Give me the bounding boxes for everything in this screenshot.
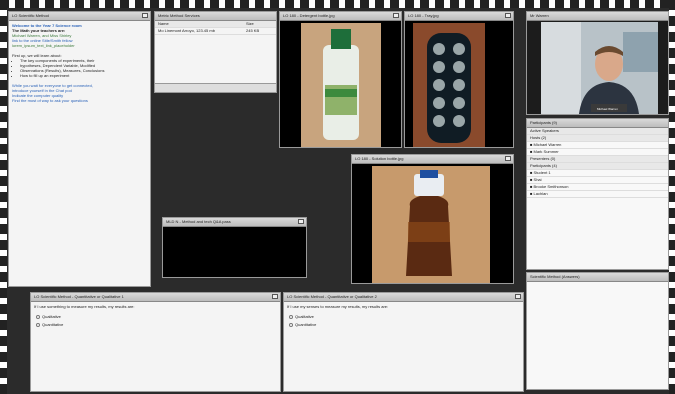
image-title-text: LO 180 - Solution bottle.jpg xyxy=(355,156,404,161)
col-size: Size xyxy=(246,21,254,26)
attendees-pod: Participants (9) Active Speakers Hosts (… xyxy=(526,118,669,270)
attendee-name: Shai xyxy=(533,177,542,182)
window-border-top xyxy=(0,0,675,8)
tray-image xyxy=(413,23,485,147)
attendee-row[interactable]: ■ Lachlan xyxy=(527,191,668,198)
attendee-row[interactable]: ■ Shai xyxy=(527,177,668,184)
poll-pod-1: LO Scientific Method - Quantitative or Q… xyxy=(30,292,281,392)
poll-option[interactable]: Qualitative xyxy=(289,314,518,319)
poll-option[interactable]: Qualitative xyxy=(36,314,275,319)
notes-title[interactable]: Scientific Method (Answers) xyxy=(527,273,668,282)
pod-menu-icon[interactable] xyxy=(515,294,521,299)
file-share-title[interactable]: Metric Method Services xyxy=(155,12,276,21)
qa-pod-title[interactable]: MLD N - Method and tech Q&A pass xyxy=(163,218,306,227)
solution-bottle-image xyxy=(372,166,490,283)
poll-option[interactable]: Quantitative xyxy=(36,322,275,327)
attendee-name: Lachlan xyxy=(533,191,548,196)
window-border-left xyxy=(0,0,7,394)
option-label: Qualitative xyxy=(42,314,61,319)
section-header[interactable]: Active Speakers xyxy=(527,128,668,135)
radio-button[interactable] xyxy=(289,314,293,319)
option-label: Qualitative xyxy=(295,314,314,319)
table-row[interactable]: Mo Linemont Arroyo, 123.45 mb 245 KB xyxy=(155,28,276,35)
webcam-title[interactable]: Mr Warren xyxy=(527,12,668,21)
file-share-title-text: Metric Method Services xyxy=(158,13,200,18)
poll-question: If I use my senses to measure my results… xyxy=(287,304,389,309)
poll-1-title[interactable]: LO Scientific Method - Quantitative or Q… xyxy=(31,293,280,302)
pod-menu-icon[interactable] xyxy=(272,294,278,299)
qa-pod: MLD N - Method and tech Q&A pass xyxy=(162,217,307,278)
chat-title-text: LO Scientific Method xyxy=(12,13,49,18)
image-pod-title[interactable]: LO 180 - Solution bottle.jpg xyxy=(352,155,513,164)
poll-pod-2: LO Scientific Method - Quantitative or Q… xyxy=(283,292,524,392)
image-title-text: LO 180 - Tray.jpg xyxy=(408,13,439,18)
pod-menu-icon[interactable] xyxy=(298,219,304,224)
chat-link-2[interactable]: lorem_ipsum_text_link_placeholder xyxy=(12,43,147,48)
poll-title-text: LO Scientific Method - Quantitative or Q… xyxy=(34,294,124,299)
attendee-name: Mark Summer xyxy=(533,149,559,154)
detergent-bottle-image xyxy=(301,23,381,147)
radio-button[interactable] xyxy=(289,322,293,327)
webcam-name-tag: Michael Warren xyxy=(597,107,618,111)
attendee-name: Michael Warren xyxy=(533,142,562,147)
attendee-row[interactable]: ■ Student 1 xyxy=(527,170,668,177)
poll-title-text: LO Scientific Method - Quantitative or Q… xyxy=(287,294,377,299)
file-share-pod: Metric Method Services Name Size Mo Line… xyxy=(154,11,277,93)
radio-button[interactable] xyxy=(36,314,40,319)
image-title-text: LO 180 - Detergent bottle.jpg xyxy=(283,13,335,18)
poll-option[interactable]: Quantitative xyxy=(289,322,518,327)
pod-menu-icon[interactable] xyxy=(393,13,399,18)
image-pod-title[interactable]: LO 180 - Tray.jpg xyxy=(405,12,513,21)
attendees-title[interactable]: Participants (9) xyxy=(527,119,668,128)
attendees-title-text: Participants (9) xyxy=(530,120,557,125)
poll-question: If I use something to measure my results… xyxy=(34,304,135,309)
section-header[interactable]: Participants (4) xyxy=(527,163,668,170)
attendee-row[interactable]: ■ Brooke Smithonson xyxy=(527,184,668,191)
image-pod-tray: LO 180 - Tray.jpg xyxy=(404,11,514,148)
notes-title-text: Scientific Method (Answers) xyxy=(530,274,580,279)
topics-list: The key components of experiments, their… xyxy=(12,58,147,78)
section-header[interactable]: Presenters (0) xyxy=(527,156,668,163)
notes-pod: Scientific Method (Answers) xyxy=(526,272,669,390)
chat-pod-title[interactable]: LO Scientific Method xyxy=(9,12,150,21)
chat-pod: LO Scientific Method Welcome to the Year… xyxy=(8,11,151,287)
window-border-right xyxy=(669,0,675,394)
file-size-cell: 245 KB xyxy=(246,28,260,33)
section-header[interactable]: Hosts (2) xyxy=(527,135,668,142)
option-label: Quantitative xyxy=(295,322,317,327)
webcam-title-text: Mr Warren xyxy=(530,13,549,18)
webcam-pod: Mr Warren Michael Warren xyxy=(526,11,669,115)
file-name-cell: Mo Linemont Arroyo, 123.45 mb xyxy=(158,28,215,33)
pod-menu-icon[interactable] xyxy=(142,13,148,18)
attendee-row[interactable]: ■ Michael Warren xyxy=(527,142,668,149)
qa-title-text: MLD N - Method and tech Q&A pass xyxy=(166,219,231,224)
webcam-video[interactable] xyxy=(541,22,658,114)
closing-line: Find the most of way to ask your questio… xyxy=(12,98,88,103)
image-pod-detergent: LO 180 - Detergent bottle.jpg xyxy=(279,11,402,148)
image-pod-solution: LO 180 - Solution bottle.jpg xyxy=(351,154,514,284)
pod-menu-icon[interactable] xyxy=(505,13,511,18)
image-pod-title[interactable]: LO 180 - Detergent bottle.jpg xyxy=(280,12,401,21)
topic-item: How to fill up an experiment xyxy=(20,73,147,78)
attendee-row[interactable]: ■ Mark Summer xyxy=(527,149,668,156)
attendee-name: Brooke Smithonson xyxy=(533,184,569,189)
col-name: Name xyxy=(158,21,169,26)
file-share-toolbar[interactable] xyxy=(155,83,276,92)
file-table-header: Name Size xyxy=(155,21,276,28)
poll-2-title[interactable]: LO Scientific Method - Quantitative or Q… xyxy=(284,293,523,302)
option-label: Quantitative xyxy=(42,322,64,327)
attendee-name: Student 1 xyxy=(533,170,551,175)
radio-button[interactable] xyxy=(36,322,40,327)
pod-menu-icon[interactable] xyxy=(505,156,511,161)
